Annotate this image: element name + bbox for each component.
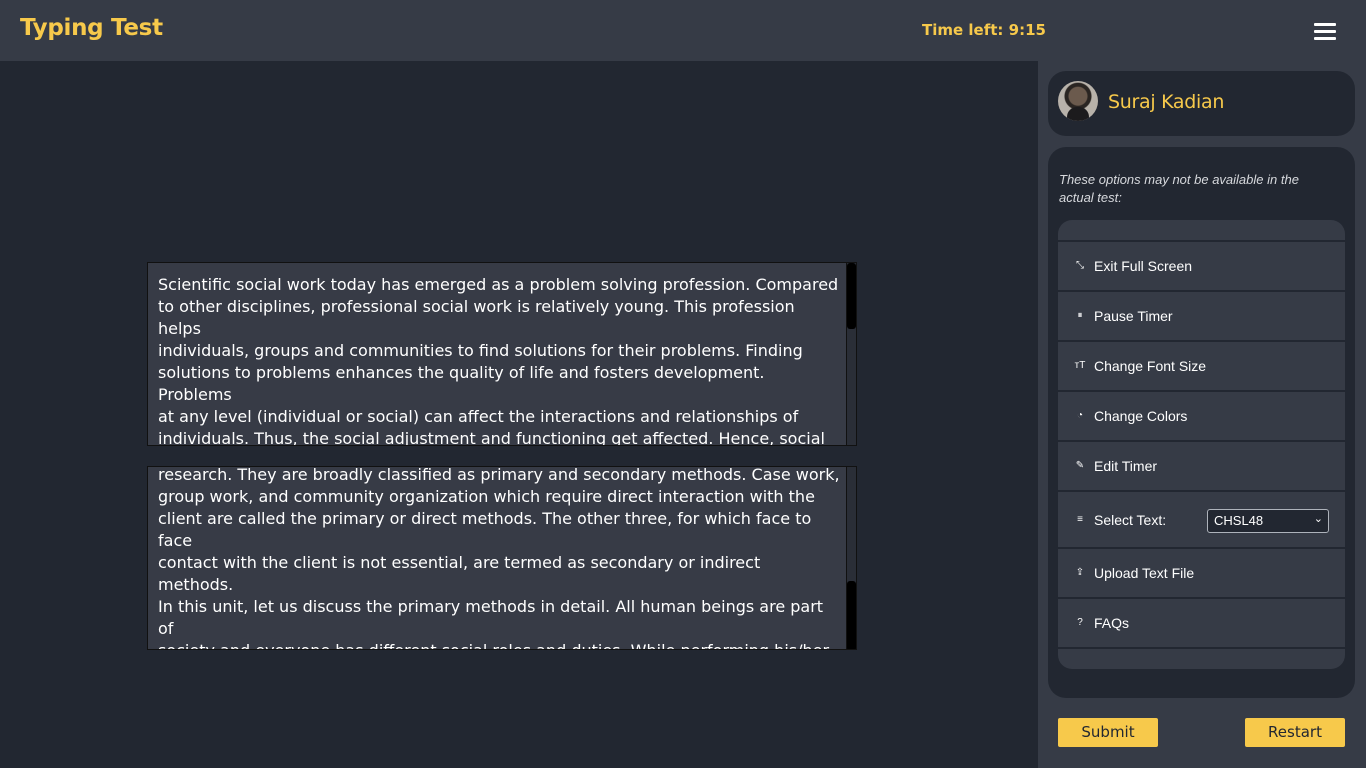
text-select-value: CHSL48 xyxy=(1214,513,1264,528)
option-label: Select Text: xyxy=(1094,512,1167,528)
option-faqs[interactable]: ? FAQs xyxy=(1058,597,1345,645)
reference-scroll-thumb[interactable] xyxy=(847,263,856,329)
restart-button[interactable]: Restart xyxy=(1245,718,1345,747)
reference-text: Scientific social work today has emerged… xyxy=(158,275,839,446)
options-list: ⤡ Exit Full Screen ⏸ Pause Timer ᴛT Chan… xyxy=(1058,220,1345,669)
option-exit-full-screen[interactable]: ⤡ Exit Full Screen xyxy=(1058,240,1345,288)
submit-button[interactable]: Submit xyxy=(1058,718,1158,747)
option-pause-timer[interactable]: ⏸ Pause Timer xyxy=(1058,290,1345,338)
option-label: Change Font Size xyxy=(1094,358,1207,374)
option-upload-text-file[interactable]: ⇪ Upload Text File xyxy=(1058,547,1345,595)
pause-icon: ⏸ xyxy=(1077,310,1083,321)
option-label: Change Colors xyxy=(1094,408,1188,424)
user-name: Suraj Kadian xyxy=(1108,91,1225,113)
reference-text-pane[interactable]: Scientific social work today has emerged… xyxy=(147,262,857,446)
options-list-footer xyxy=(1058,647,1345,669)
chevron-down-icon: ⌄ xyxy=(1313,513,1323,525)
option-change-colors[interactable]: ◔ Change Colors xyxy=(1058,390,1345,438)
options-note: These options may not be available in th… xyxy=(1059,172,1299,205)
font-size-icon: ᴛT xyxy=(1074,360,1086,371)
hamburger-menu-icon[interactable] xyxy=(1313,22,1339,40)
sidebar: Suraj Kadian These options may not be av… xyxy=(1038,61,1366,768)
help-icon: ? xyxy=(1077,617,1083,628)
time-left-display: Time left: 9:15 xyxy=(922,21,1046,39)
user-card: Suraj Kadian xyxy=(1048,71,1355,136)
options-card: These options may not be available in th… xyxy=(1048,147,1355,698)
typing-scroll-thumb[interactable] xyxy=(847,581,856,649)
app-header: Typing Test Time left: 9:15 xyxy=(0,0,1366,61)
option-label: Upload Text File xyxy=(1094,565,1195,581)
typing-input-area[interactable]: research. They are broadly classified as… xyxy=(147,466,857,650)
typing-scrollbar[interactable] xyxy=(846,467,856,649)
edit-icon: ✎ xyxy=(1075,460,1085,471)
option-edit-timer[interactable]: ✎ Edit Timer xyxy=(1058,440,1345,488)
reference-scrollbar[interactable] xyxy=(846,263,856,445)
upload-icon: ⇪ xyxy=(1075,567,1085,578)
app-title: Typing Test xyxy=(20,15,163,41)
avatar xyxy=(1058,81,1098,121)
palette-icon: ◔ xyxy=(1076,410,1084,421)
option-label: FAQs xyxy=(1094,615,1130,631)
option-label: Edit Timer xyxy=(1094,458,1158,474)
compress-icon: ⤡ xyxy=(1076,260,1084,271)
option-label: Exit Full Screen xyxy=(1094,258,1193,274)
option-change-font-size[interactable]: ᴛT Change Font Size xyxy=(1058,340,1345,388)
list-icon: ≡ xyxy=(1077,514,1083,525)
text-select-dropdown[interactable]: CHSL48 ⌄ xyxy=(1207,509,1329,533)
option-select-text: ≡ Select Text: CHSL48 ⌄ xyxy=(1058,490,1345,547)
typed-text: research. They are broadly classified as… xyxy=(158,466,840,649)
option-label: Pause Timer xyxy=(1094,308,1173,324)
